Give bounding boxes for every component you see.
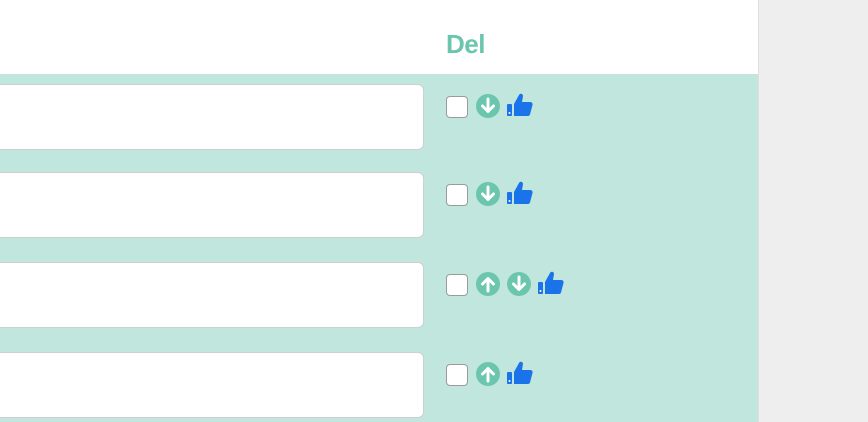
delete-checkbox[interactable] [446,96,468,118]
delete-checkbox[interactable] [446,184,468,206]
rows-container [0,74,758,422]
list-item [0,352,758,422]
thumbs-up-icon[interactable] [506,92,534,118]
list-item [0,172,758,242]
editor-panel: Del [0,0,759,422]
item-text-input[interactable] [0,262,424,328]
item-text-input[interactable] [0,84,424,150]
table-header: Del [0,0,758,74]
arrow-up-circle-icon[interactable] [476,272,500,296]
arrow-up-circle-icon[interactable] [476,362,500,386]
item-text-input[interactable] [0,352,424,418]
thumbs-up-icon[interactable] [537,270,565,296]
arrow-down-circle-icon[interactable] [507,272,531,296]
delete-checkbox[interactable] [446,274,468,296]
arrow-down-circle-icon[interactable] [476,94,500,118]
list-item [0,84,758,154]
arrow-down-circle-icon[interactable] [476,182,500,206]
thumbs-up-icon[interactable] [506,360,534,386]
delete-column-header: Del [446,29,485,59]
thumbs-up-icon[interactable] [506,180,534,206]
item-text-input[interactable] [0,172,424,238]
delete-checkbox[interactable] [446,364,468,386]
list-item [0,262,758,332]
